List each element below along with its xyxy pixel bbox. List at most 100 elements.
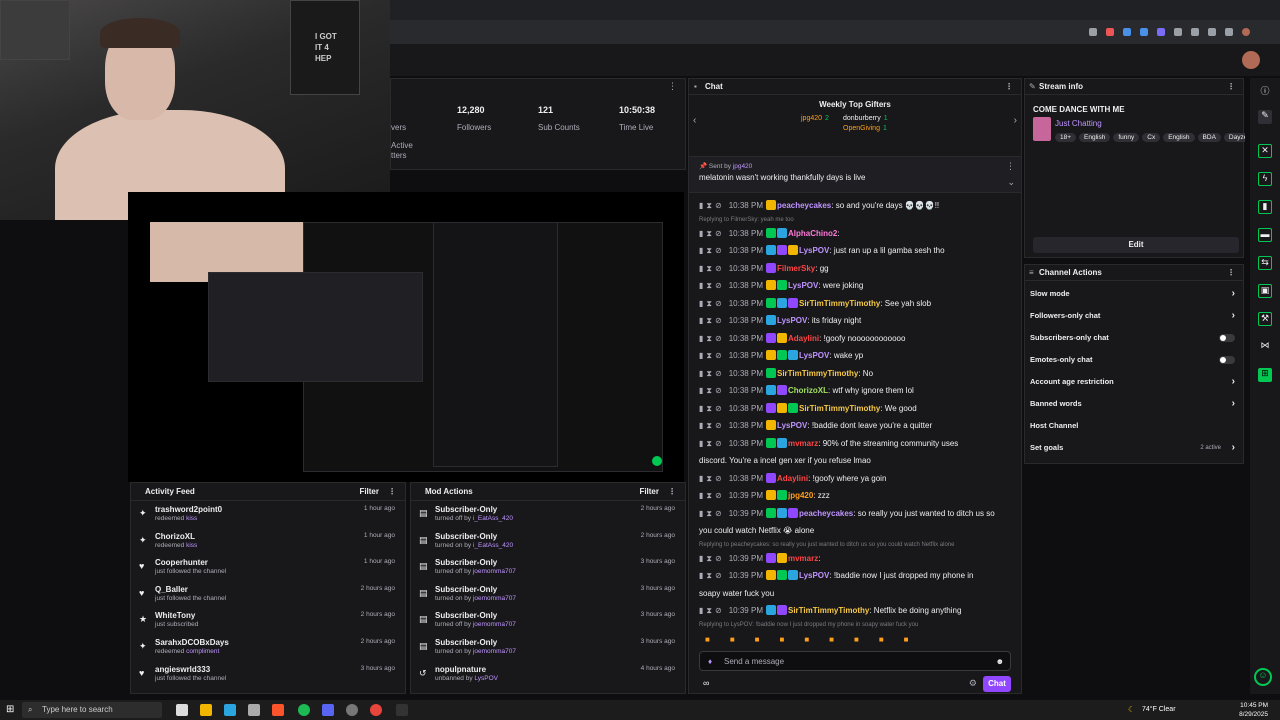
- moderator-name[interactable]: i_EatAss_420: [473, 542, 513, 549]
- extension-icon[interactable]: [1106, 28, 1114, 36]
- filter-button[interactable]: Filter: [639, 483, 659, 501]
- chat-message[interactable]: ▮⧗⊘ 10:38 PM LysPOV: its friday night: [689, 312, 1021, 330]
- chat-username[interactable]: jpg420: [788, 491, 813, 500]
- chat-message[interactable]: ▮⧗⊘ 10:38 PM Adaylini: !goofy nooooooooooo…: [689, 330, 1021, 348]
- chat-message[interactable]: ▮⧗⊘ 10:38 PM LysPOV: were joking: [689, 277, 1021, 295]
- chat-username[interactable]: peacheycakes: [777, 201, 831, 210]
- more-icon[interactable]: ⋮: [1006, 161, 1015, 172]
- moderator-name[interactable]: joemomma707: [473, 568, 516, 575]
- chat-message[interactable]: soapy water fuck you: [689, 585, 1021, 603]
- mod-tools-icon[interactable]: ▮⧗⊘: [699, 404, 725, 413]
- channel-action-item[interactable]: Banned words ›: [1025, 393, 1243, 415]
- mod-tools-icon[interactable]: ▮⧗⊘: [699, 246, 725, 255]
- mod-tools-icon[interactable]: ▮⧗⊘: [699, 509, 725, 518]
- gifter-entry[interactable]: donburberry 1: [843, 115, 888, 122]
- more-icon[interactable]: ⋮: [1227, 79, 1235, 95]
- mod-tools-icon[interactable]: ▮⧗⊘: [699, 201, 725, 210]
- gear-icon[interactable]: ⚙: [969, 678, 977, 689]
- mod-tools-icon[interactable]: ▮⧗⊘: [699, 571, 725, 580]
- stream-tag[interactable]: funny: [1113, 133, 1140, 142]
- chevron-left-icon[interactable]: ‹: [693, 115, 696, 126]
- weather-text[interactable]: 74°F Clear: [1142, 706, 1176, 713]
- list-item[interactable]: ✦ SarahxDCOBxDays redeemed compliment 2 hou…: [131, 634, 405, 661]
- chat-message[interactable]: ▮⧗⊘ 10:39 PM SirTimTimmyTimothy: Netflix b…: [689, 602, 1021, 620]
- profile-icon[interactable]: [1242, 28, 1250, 36]
- share-icon[interactable]: ⋈: [1258, 340, 1272, 354]
- more-icon[interactable]: ⋮: [388, 483, 396, 501]
- emote-picker-icon[interactable]: ☻: [996, 652, 1004, 671]
- more-icon[interactable]: ⋮: [1005, 79, 1013, 95]
- list-item[interactable]: ♥ Cooperhunter just followed the channel 1 …: [131, 554, 405, 581]
- points-icon[interactable]: ∞: [703, 678, 709, 688]
- chat-username[interactable]: FilmerSky: [777, 264, 815, 273]
- list-item[interactable]: ♥ Q_Baller just followed the channel 2 hour…: [131, 581, 405, 608]
- moderator-name[interactable]: joemomma707: [473, 648, 516, 655]
- more-icon[interactable]: ⋮: [668, 81, 677, 92]
- chat-message[interactable]: ▮⧗⊘ 10:38 PM mvmarz: 90% of the streaming …: [689, 435, 1021, 453]
- pencil-icon[interactable]: ✎: [1258, 110, 1272, 124]
- stream-category[interactable]: Just Chatting: [1055, 119, 1102, 128]
- mod-tools-icon[interactable]: ▮⧗⊘: [699, 229, 725, 238]
- chat-username[interactable]: mvmarz: [788, 439, 818, 448]
- moderator-name[interactable]: i_EatAss_420: [473, 515, 513, 522]
- list-item[interactable]: ▤ Subscriber-Only turned on by joemomma707…: [411, 634, 685, 661]
- chat-username[interactable]: LysPOV: [799, 571, 829, 580]
- list-item[interactable]: ▤ Subscriber-Only turned on by i_EatAss_42…: [411, 528, 685, 555]
- chat-message[interactable]: ▮⧗⊘ 10:38 PM LysPOV: just ran up a lil gam…: [689, 242, 1021, 260]
- chat-username[interactable]: ChorizoXL: [788, 386, 828, 395]
- chat-send-button[interactable]: Chat: [983, 676, 1011, 692]
- info-icon[interactable]: ⓘ: [1258, 84, 1272, 98]
- edit-button[interactable]: Edit: [1033, 237, 1239, 253]
- chat-username[interactable]: LysPOV: [799, 246, 829, 255]
- channel-action-item[interactable]: Account age restriction ›: [1025, 371, 1243, 393]
- file-explorer-icon[interactable]: [200, 704, 212, 716]
- chat-username[interactable]: LysPOV: [788, 281, 818, 290]
- chat-message[interactable]: you could watch Netflix 😭 alone: [689, 522, 1021, 540]
- obs-icon[interactable]: [346, 704, 358, 716]
- mod-tools-icon[interactable]: ▮⧗⊘: [699, 299, 725, 308]
- telegram-icon[interactable]: [224, 704, 236, 716]
- taskbar-clock[interactable]: 10:45 PM 8/29/2025: [1239, 701, 1268, 719]
- list-item[interactable]: ▤ Subscriber-Only turned off by joemomma70…: [411, 554, 685, 581]
- chat-username[interactable]: SirTimTimmyTimothy: [799, 299, 880, 308]
- chat-username[interactable]: SirTimTimmyTimothy: [788, 606, 869, 615]
- raid-icon[interactable]: ⇆: [1258, 256, 1272, 270]
- filter-button[interactable]: Filter: [359, 483, 379, 501]
- mod-tools-icon[interactable]: ▮⧗⊘: [699, 421, 725, 430]
- clip-icon[interactable]: ▮: [1258, 200, 1272, 214]
- extension-icon[interactable]: [1191, 28, 1199, 36]
- windows-start-icon[interactable]: ⊞: [6, 704, 14, 715]
- channel-action-item[interactable]: Slow mode ›: [1025, 283, 1243, 305]
- chrome-icon[interactable]: [370, 704, 382, 716]
- chat-username[interactable]: mvmarz: [788, 554, 818, 563]
- chat-username[interactable]: SirTimTimmyTimothy: [777, 369, 858, 378]
- puzzle-icon[interactable]: [1208, 28, 1216, 36]
- list-item[interactable]: ✦ trashword2point0 redeemed kiss 1 hour ago: [131, 501, 405, 528]
- mod-tools-icon[interactable]: ▮⧗⊘: [699, 474, 725, 483]
- task-view-icon[interactable]: [176, 704, 188, 716]
- chat-username[interactable]: peacheycakes: [799, 509, 853, 518]
- extension-icon[interactable]: [1123, 28, 1131, 36]
- channel-action-item[interactable]: Host Channel: [1025, 415, 1243, 437]
- chat-message[interactable]: ▮⧗⊘ 10:38 PM Adaylini: !goofy where ya goi…: [689, 470, 1021, 488]
- mod-tools-icon[interactable]: ▮⧗⊘: [699, 439, 725, 448]
- toggle-switch[interactable]: [1219, 334, 1235, 342]
- extension-icon[interactable]: [1157, 28, 1165, 36]
- chat-username[interactable]: AlphaChino2: [788, 229, 837, 238]
- spotify-icon[interactable]: [298, 704, 310, 716]
- mod-tools-icon[interactable]: ▮⧗⊘: [699, 386, 725, 395]
- chat-message[interactable]: ▮⧗⊘ 10:38 PM FilmerSky: gg: [689, 260, 1021, 278]
- stream-tag[interactable]: English: [1163, 133, 1195, 142]
- chat-message[interactable]: ▮⧗⊘10:39 PMFilmerSky: wtf are you in the…: [689, 630, 1021, 633]
- moderator-name[interactable]: LysPOV: [474, 675, 498, 682]
- stream-tag[interactable]: Dayzer: [1223, 133, 1245, 142]
- extension-icon[interactable]: [1174, 28, 1182, 36]
- mod-tools-icon[interactable]: ▮⧗⊘: [699, 554, 725, 563]
- chat-bubble-icon[interactable]: ▬: [1258, 228, 1272, 242]
- chat-message[interactable]: ▮⧗⊘ 10:38 PM peacheycakes: so and you're d…: [689, 197, 1021, 215]
- wrench-icon[interactable]: ⚒: [1258, 312, 1272, 326]
- chat-message[interactable]: ▮⧗⊘ 10:38 PM SirTimTimmyTimothy: We good: [689, 400, 1021, 418]
- mod-tools-icon[interactable]: ▮⧗⊘: [699, 606, 725, 615]
- gift-icon[interactable]: ♦: [708, 652, 712, 671]
- chat-message[interactable]: ▮⧗⊘ 10:39 PM peacheycakes: so really you j…: [689, 505, 1021, 523]
